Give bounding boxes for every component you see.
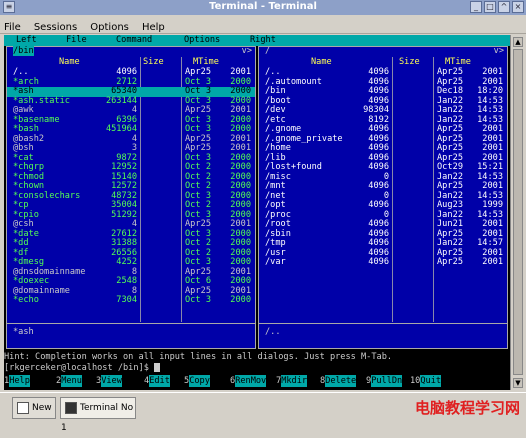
fkey-menu-button[interactable]: 2Menu <box>56 375 82 387</box>
scrollbar-thumb[interactable] <box>513 49 523 375</box>
text-cursor <box>154 363 161 372</box>
right-panel-header: Name Size MTime <box>259 57 507 67</box>
fkey-label: Delete <box>325 375 357 387</box>
file-row[interactable]: /mnt 4096 Apr 25 2001 <box>259 181 507 192</box>
new-document-icon <box>17 402 29 414</box>
file-day: 25 <box>452 257 463 267</box>
new-button-label: New <box>32 403 52 413</box>
task-terminal-button[interactable]: Terminal No 1 <box>60 397 136 433</box>
file-size: 7304 <box>116 295 137 305</box>
right-panel-path[interactable]: / <box>265 46 270 56</box>
shade-icon[interactable]: ^ <box>498 1 510 13</box>
terminal-menubar: File Sessions Options Help <box>0 15 526 34</box>
window-titlebar[interactable]: ≡ Terminal - Terminal _ □ ^ × <box>0 0 526 16</box>
file-name: *echo <box>13 295 39 305</box>
col-mtime-header[interactable]: MTime <box>445 57 471 67</box>
file-day: 3 <box>205 295 211 305</box>
menu-sessions[interactable]: Sessions <box>30 19 81 33</box>
fkey-label: PullDn <box>371 375 403 387</box>
mc-menu-left[interactable]: Left <box>16 35 37 46</box>
window-title: Terminal - Terminal <box>209 1 317 12</box>
maximize-icon[interactable]: □ <box>484 1 496 13</box>
menu-options[interactable]: Options <box>86 19 133 33</box>
col-size-header[interactable]: Size <box>399 57 420 67</box>
fkey-delete-button[interactable]: 8Delete <box>320 375 357 387</box>
right-panel-corner[interactable]: v> <box>494 46 504 56</box>
file-name: /var <box>265 257 286 267</box>
fkey-label: Quit <box>420 375 442 387</box>
left-panel-path[interactable]: /bin <box>13 46 34 56</box>
panel-divider <box>7 323 255 324</box>
shell-prompt: [rkgerceker@localhost /bin]$ <box>4 363 155 373</box>
right-mini-status: /.. <box>265 327 281 337</box>
fkey-label: Help <box>9 375 30 387</box>
command-line[interactable]: [rkgerceker@localhost /bin]$ <box>4 363 510 374</box>
mc-menu-command[interactable]: Command <box>116 35 152 46</box>
fkey-quit-button[interactable]: 10Quit <box>410 375 442 387</box>
col-name-header[interactable]: Name <box>311 57 332 67</box>
left-panel[interactable]: /bin v> Name Size MTime /.. 4096 Apr 25 2001… <box>6 46 256 349</box>
terminal-screen[interactable]: Left File Command Options Right /bin v> … <box>4 35 510 390</box>
scroll-up-icon[interactable]: ▲ <box>513 37 523 47</box>
file-month: Apr <box>437 257 453 267</box>
fkey-pulldn-button[interactable]: 9PullDn <box>366 375 403 387</box>
col-size-header[interactable]: Size <box>143 57 164 67</box>
fkey-renmov-button[interactable]: 6RenMov <box>230 375 267 387</box>
fkey-number: 10 <box>410 376 421 386</box>
right-file-list: /.. 4096 Apr 25 2001/.automount 4096 Apr 25 2001… <box>259 67 507 268</box>
fkey-label: Mkdir <box>281 375 308 387</box>
mc-menu-right[interactable]: Right <box>250 35 276 46</box>
menu-help[interactable]: Help <box>138 19 169 33</box>
fkey-label: Copy <box>189 375 210 387</box>
mc-menu-options[interactable]: Options <box>184 35 220 46</box>
mc-menubar: Left File Command Options Right <box>4 35 510 46</box>
fkey-label: RenMov <box>235 375 267 387</box>
col-name-header[interactable]: Name <box>59 57 80 67</box>
left-mini-status: *ash <box>13 327 34 337</box>
fkey-view-button[interactable]: 3View <box>96 375 122 387</box>
file-size: 4096 <box>368 257 389 267</box>
fkey-label: View <box>101 375 122 387</box>
file-time: 2000 <box>230 295 251 305</box>
function-key-bar: 1Help 2Menu 3View 4Edit 5Copy 6RenMov 7Mkdir 8D… <box>4 375 510 387</box>
close-icon[interactable]: × <box>512 1 524 13</box>
hint-line: Hint: Completion works on all input line… <box>4 352 510 363</box>
file-row[interactable]: /lost+found 4096 Oct 29 15:21 <box>259 162 507 173</box>
col-mtime-header[interactable]: MTime <box>193 57 219 67</box>
fkey-label: Edit <box>149 375 170 387</box>
scroll-down-icon[interactable]: ▼ <box>513 378 523 388</box>
file-row[interactable]: @bash2 4 Apr 25 2001 <box>7 134 255 145</box>
left-panel-corner[interactable]: v> <box>242 46 252 56</box>
terminal-icon <box>65 402 77 414</box>
fkey-copy-button[interactable]: 5Copy <box>184 375 210 387</box>
menu-file[interactable]: File <box>0 19 25 33</box>
terminal-scrollbar[interactable]: ▲ ▼ <box>510 35 525 390</box>
watermark-text: 电脑教程学习网 <box>414 399 520 417</box>
file-time: 2001 <box>482 257 503 267</box>
right-panel[interactable]: / v> Name Size MTime /.. 4096 Apr 25 2001/.a… <box>258 46 508 349</box>
fkey-label: Menu <box>61 375 82 387</box>
file-row[interactable]: *bash 451964 Oct 3 2000 <box>7 124 255 135</box>
file-row[interactable]: /var 4096 Apr 25 2001 <box>259 257 507 268</box>
fkey-edit-button[interactable]: 4Edit <box>144 375 170 387</box>
file-row[interactable]: *ash.static 263144 Oct 3 2000 <box>7 96 255 107</box>
file-month: Oct <box>185 295 201 305</box>
fkey-mkdir-button[interactable]: 7Mkdir <box>276 375 308 387</box>
minimize-icon[interactable]: _ <box>470 1 482 13</box>
panel-divider <box>259 323 507 324</box>
file-row[interactable]: /opt 4096 Aug 23 1999 <box>259 200 507 211</box>
file-row[interactable]: *cpio 51292 Oct 3 2000 <box>7 210 255 221</box>
new-button[interactable]: New <box>12 397 56 419</box>
mc-menu-file[interactable]: File <box>66 35 87 46</box>
left-panel-header: Name Size MTime <box>7 57 255 67</box>
file-row[interactable]: *echo 7304 Oct 3 2000 <box>7 295 255 306</box>
fkey-help-button[interactable]: 1Help <box>4 375 30 387</box>
left-file-list: /.. 4096 Apr 25 2001 *arch 2712 Oct 3 2000 *ash 653… <box>7 67 255 306</box>
